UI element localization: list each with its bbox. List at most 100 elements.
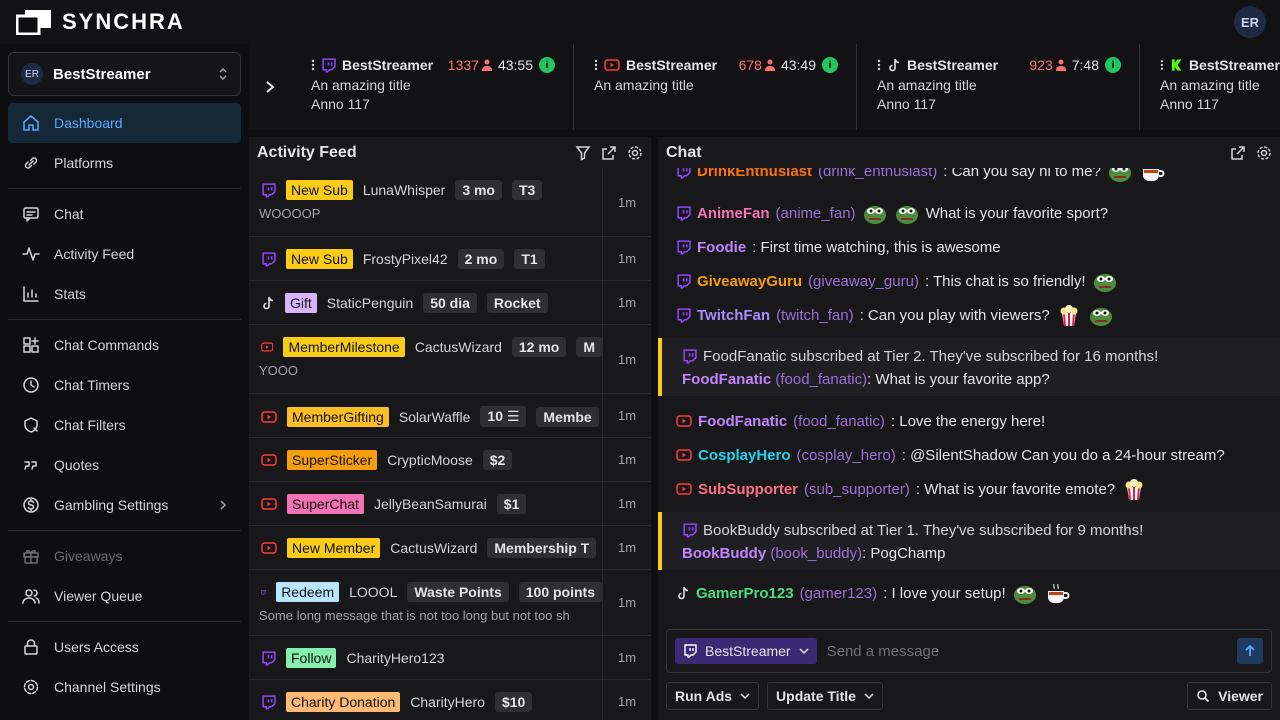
kick-icon bbox=[1171, 59, 1182, 71]
sidebar-item-viewer-queue[interactable]: Viewer Queue bbox=[8, 576, 241, 616]
chat-message[interactable]: Foodie : First time watching, this is awe… bbox=[658, 230, 1280, 264]
sidebar-item-chat-commands[interactable]: Chat Commands bbox=[8, 325, 241, 365]
app-logo[interactable]: SYNCHRA bbox=[16, 9, 185, 35]
chat-message[interactable]: TwitchFan (twitch_fan): Can you play with… bbox=[658, 298, 1280, 332]
chat-message[interactable]: CosplayHero (cosplay_hero): @SilentShadow… bbox=[658, 438, 1280, 472]
send-button[interactable] bbox=[1237, 638, 1263, 664]
popout-icon[interactable] bbox=[601, 145, 617, 161]
chat-text: : This chat is so friendly! bbox=[924, 272, 1086, 290]
stream-status-bar: BestStreamer 1337 43:55 i An amazing title … bbox=[249, 44, 1280, 130]
chat-message[interactable]: AnimeFan (anime_fan) What is your favorite… bbox=[658, 196, 1280, 230]
chat-message-input[interactable]: Send a message bbox=[827, 643, 1227, 660]
drag-handle-icon[interactable] bbox=[594, 59, 598, 71]
chat-username[interactable]: DrinkEnthusiast bbox=[697, 168, 812, 180]
uptime: 43:49 i bbox=[781, 57, 838, 73]
arrow-up-icon bbox=[1245, 644, 1255, 656]
activity-username[interactable]: LunaWhisper bbox=[363, 182, 446, 198]
sidebar-item-stats[interactable]: Stats bbox=[8, 274, 241, 314]
activity-row[interactable]: MemberMilestone CactusWizard 12 mo M YOOO 1m bbox=[249, 325, 651, 394]
chat-username[interactable]: FoodFanatic bbox=[682, 371, 771, 388]
activity-row[interactable]: New Sub FrostyPixel42 2 mo T1 1m bbox=[249, 237, 651, 281]
sidebar-item-gambling-settings[interactable]: Gambling Settings bbox=[8, 485, 241, 525]
activity-username[interactable]: FrostyPixel42 bbox=[363, 251, 448, 267]
chat-message[interactable]: GamerPro123 (gamer123): I love your setup… bbox=[658, 576, 1280, 610]
chat-text: : I love your setup! bbox=[883, 584, 1006, 602]
activity-username[interactable]: CharityHero bbox=[410, 694, 485, 710]
chat-username[interactable]: GiveawayGuru bbox=[697, 273, 802, 290]
chat-handle: (food_fanatic) bbox=[793, 412, 885, 430]
activity-username[interactable]: CactusWizard bbox=[415, 339, 502, 355]
person-icon bbox=[481, 59, 492, 71]
expand-streams-button[interactable] bbox=[249, 44, 291, 130]
viewer-search-button[interactable]: Viewer bbox=[1187, 682, 1272, 710]
activity-chip: Waste Points bbox=[407, 582, 509, 602]
chat-username[interactable]: Foodie bbox=[697, 239, 746, 256]
youtube-icon bbox=[261, 342, 274, 352]
activity-row[interactable]: MemberGifting SolarWaffle 10 ☰ Membe 1m bbox=[249, 394, 651, 438]
sidebar-item-chat[interactable]: Chat bbox=[8, 194, 241, 234]
activity-username[interactable]: JellyBeanSamurai bbox=[374, 496, 487, 512]
chat-text: What is your favorite sport? bbox=[925, 204, 1109, 222]
activity-row[interactable]: Follow CharityHero123 1m bbox=[249, 636, 651, 680]
user-avatar[interactable]: ER bbox=[1234, 6, 1266, 38]
stream-card[interactable]: BestStreamer 923 7:48 i An amazing title An… bbox=[857, 44, 1140, 130]
chat-username[interactable]: BookBuddy bbox=[682, 545, 766, 562]
activity-time: 1m bbox=[602, 168, 651, 236]
activity-row[interactable]: Charity Donation CharityHero $10 1m bbox=[249, 680, 651, 720]
chat-text: : PogChamp bbox=[862, 545, 946, 562]
activity-username[interactable]: StaticPenguin bbox=[327, 295, 413, 311]
chat-text: : First time watching, this is awesome bbox=[752, 238, 1001, 256]
chat-message[interactable]: DrinkEnthusiast (drink_enthusiast): Can y… bbox=[658, 168, 1280, 188]
activity-username[interactable]: CactusWizard bbox=[390, 540, 477, 556]
sidebar-item-activity-feed[interactable]: Activity Feed bbox=[8, 234, 241, 274]
activity-row[interactable]: SuperChat JellyBeanSamurai $1 1m bbox=[249, 482, 651, 526]
activity-row[interactable]: Redeem LOOOL Waste Points 100 points Some lo… bbox=[249, 570, 651, 636]
stream-card[interactable]: BestStreamer 678 43:49 i An amazing title bbox=[574, 44, 857, 130]
stream-title: An amazing title bbox=[594, 77, 694, 93]
sidebar-item-dashboard[interactable]: Dashboard bbox=[8, 103, 241, 143]
sidebar-item-chat-filters[interactable]: Chat Filters bbox=[8, 405, 241, 445]
stream-card[interactable]: BestStreamer An amazing title Anno 117 bbox=[1140, 44, 1280, 130]
activity-username[interactable]: LOOOL bbox=[349, 584, 397, 600]
chat-text: : @SilentShadow Can you do a 24-hour str… bbox=[901, 446, 1225, 464]
activity-row[interactable]: SuperSticker CrypticMoose $2 1m bbox=[249, 438, 651, 482]
chat-username[interactable]: FoodFanatic bbox=[698, 413, 787, 430]
synchra-logo-icon bbox=[16, 10, 51, 35]
activity-row[interactable]: New Sub LunaWhisper 3 mo T3 WOOOOP 1m bbox=[249, 168, 651, 237]
chat-username[interactable]: CosplayHero bbox=[698, 447, 791, 464]
popout-icon[interactable] bbox=[1230, 145, 1246, 161]
sidebar-item-giveaways[interactable]: Giveaways bbox=[8, 536, 241, 576]
chat-username[interactable]: GamerPro123 bbox=[696, 585, 794, 602]
filter-icon[interactable] bbox=[575, 145, 591, 161]
activity-username[interactable]: CrypticMoose bbox=[387, 452, 473, 468]
sidebar-item-channel-settings[interactable]: Channel Settings bbox=[8, 667, 241, 707]
sidebar-item-label: Giveaways bbox=[54, 548, 123, 564]
clock-icon bbox=[23, 377, 39, 393]
activity-username[interactable]: CharityHero123 bbox=[346, 650, 444, 666]
activity-row[interactable]: New Member CactusWizard Membership T 1m bbox=[249, 526, 651, 570]
stream-card[interactable]: BestStreamer 1337 43:55 i An amazing title … bbox=[291, 44, 574, 130]
sidebar-item-quotes[interactable]: Quotes bbox=[8, 445, 241, 485]
gear-icon[interactable] bbox=[1256, 145, 1272, 161]
sidebar-item-chat-timers[interactable]: Chat Timers bbox=[8, 365, 241, 405]
chat-message[interactable]: GiveawayGuru (giveaway_guru): This chat i… bbox=[658, 264, 1280, 298]
youtube-icon bbox=[676, 415, 692, 427]
chat-account-select[interactable]: BestStreamer bbox=[675, 638, 817, 664]
sidebar-item-platforms[interactable]: Platforms bbox=[8, 143, 241, 183]
sidebar-item-users-access[interactable]: Users Access bbox=[8, 627, 241, 667]
drag-handle-icon[interactable] bbox=[877, 59, 881, 71]
activity-username[interactable]: SolarWaffle bbox=[399, 409, 471, 425]
chat-message[interactable]: FoodFanatic (food_fanatic): Love the ener… bbox=[658, 404, 1280, 438]
drag-handle-icon[interactable] bbox=[311, 59, 315, 71]
run-ads-button[interactable]: Run Ads bbox=[666, 682, 760, 710]
chat-username[interactable]: AnimeFan bbox=[697, 205, 770, 222]
drag-handle-icon[interactable] bbox=[1160, 59, 1164, 71]
chat-messages: DrinkEnthusiast (drink_enthusiast): Can y… bbox=[658, 168, 1280, 620]
chat-message[interactable]: SubSupporter (sub_supporter): What is you… bbox=[658, 472, 1280, 506]
activity-row[interactable]: Gift StaticPenguin 50 dia Rocket 1m bbox=[249, 281, 651, 325]
chat-username[interactable]: TwitchFan bbox=[697, 307, 770, 324]
update-title-button[interactable]: Update Title bbox=[767, 682, 883, 710]
chat-username[interactable]: SubSupporter bbox=[698, 481, 798, 498]
account-switcher[interactable]: ER BestStreamer bbox=[8, 52, 241, 96]
gear-icon[interactable] bbox=[627, 145, 643, 161]
